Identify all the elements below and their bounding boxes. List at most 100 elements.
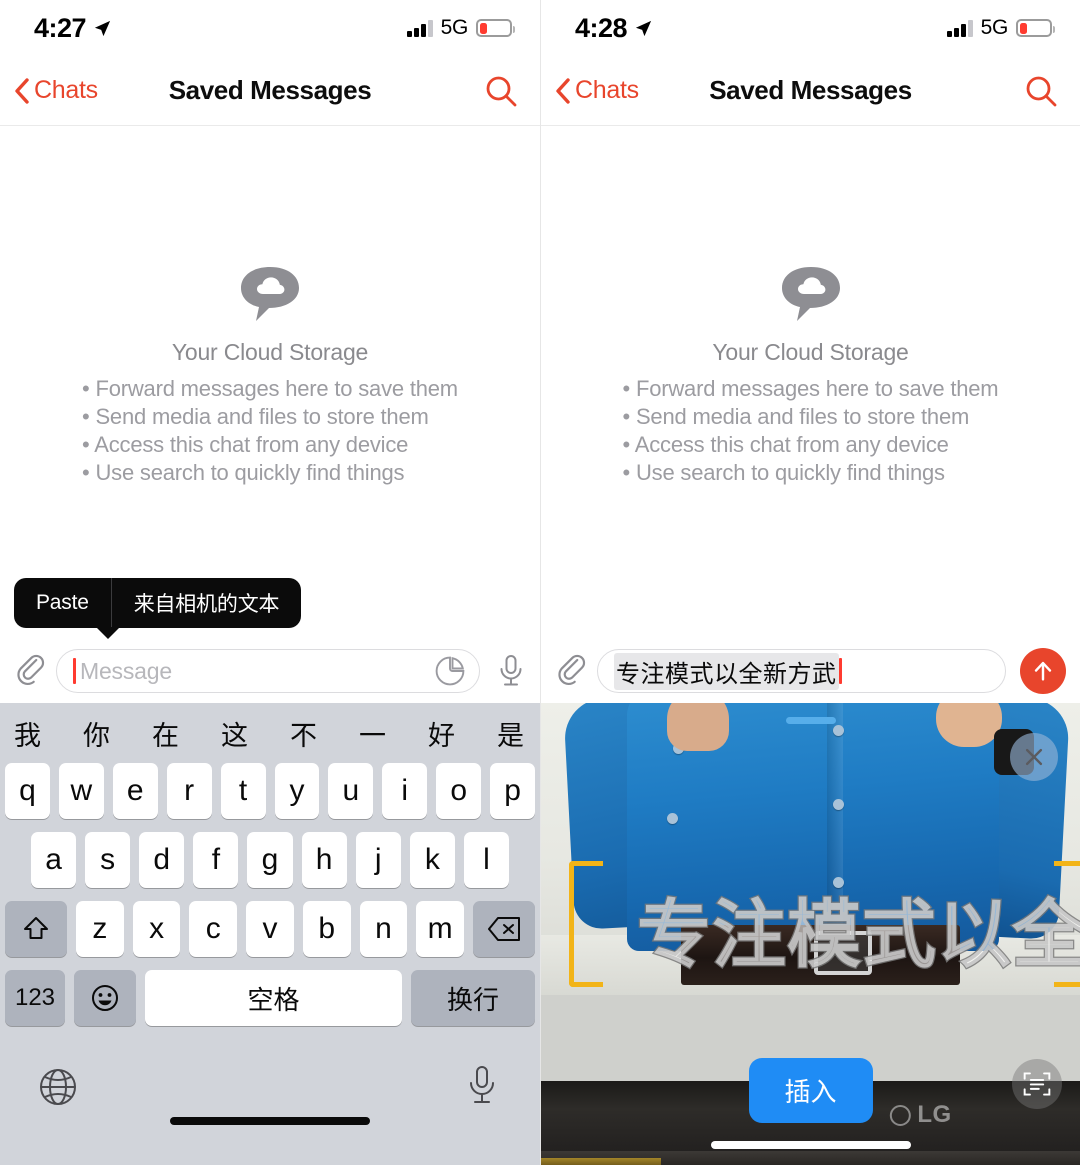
status-bar-right: 5G bbox=[407, 16, 515, 40]
candidate-item[interactable]: 好 bbox=[428, 714, 455, 753]
candidate-item[interactable]: 这 bbox=[221, 714, 248, 753]
text-from-camera-menu-item[interactable]: 来自相机的文本 bbox=[110, 578, 302, 628]
cloud-chat-icon bbox=[241, 267, 299, 321]
search-icon[interactable] bbox=[484, 74, 518, 108]
list-item: • Forward messages here to save them bbox=[622, 376, 999, 401]
empty-state-list: • Forward messages here to save them • S… bbox=[82, 375, 458, 487]
key-s[interactable]: s bbox=[85, 832, 131, 888]
keyboard-row-2: a s d f g h j k l bbox=[0, 832, 540, 888]
keyboard: 我 你 在 这 不 一 好 是 我 q w e r t bbox=[0, 703, 540, 1165]
key-x[interactable]: x bbox=[132, 901, 181, 957]
key-f[interactable]: f bbox=[193, 832, 239, 888]
insert-button[interactable]: 插入 bbox=[748, 1058, 873, 1123]
key-d[interactable]: d bbox=[139, 832, 185, 888]
list-item: • Forward messages here to save them bbox=[82, 376, 458, 401]
key-r[interactable]: r bbox=[166, 763, 212, 819]
empty-state: Your Cloud Storage • Forward messages he… bbox=[541, 265, 1080, 487]
key-w[interactable]: w bbox=[58, 763, 104, 819]
globe-icon[interactable] bbox=[38, 1067, 78, 1107]
status-bar: 4:27 5G bbox=[0, 0, 540, 56]
candidate-item[interactable]: 你 bbox=[83, 714, 110, 753]
list-item: • Access this chat from any device bbox=[82, 432, 409, 457]
key-q[interactable]: q bbox=[4, 763, 50, 819]
back-button-label: Chats bbox=[575, 76, 639, 104]
key-v[interactable]: v bbox=[246, 901, 294, 957]
status-bar: 4:28 5G bbox=[541, 0, 1080, 56]
scene-belt-buckle bbox=[813, 931, 872, 975]
back-button[interactable]: Chats bbox=[555, 76, 639, 105]
key-p[interactable]: p bbox=[490, 763, 536, 819]
list-item: • Send media and files to store them bbox=[622, 404, 970, 429]
signal-bars-icon bbox=[947, 19, 973, 37]
search-icon[interactable] bbox=[1024, 74, 1058, 108]
key-n[interactable]: n bbox=[359, 901, 408, 957]
home-indicator bbox=[710, 1141, 911, 1149]
back-button-label: Chats bbox=[34, 76, 98, 104]
candidate-item[interactable]: 不 bbox=[290, 714, 317, 753]
paperclip-icon[interactable] bbox=[555, 654, 589, 688]
monitor-brand-logo: LG bbox=[889, 1101, 951, 1129]
emoji-icon bbox=[92, 985, 118, 1011]
key-h[interactable]: h bbox=[301, 832, 347, 888]
microphone-icon[interactable] bbox=[496, 654, 526, 688]
key-t[interactable]: t bbox=[220, 763, 266, 819]
key-l[interactable]: l bbox=[463, 832, 509, 888]
message-input[interactable]: Message bbox=[56, 649, 480, 693]
key-k[interactable]: k bbox=[409, 832, 455, 888]
sticker-icon[interactable] bbox=[435, 656, 465, 686]
message-input[interactable]: 专注模式以全新方武 bbox=[597, 649, 1006, 693]
list-item: • Use search to quickly find things bbox=[82, 460, 405, 485]
send-button[interactable] bbox=[1020, 648, 1066, 694]
phone-screen-right: 4:28 5G Chats Saved Messages Your Cloud … bbox=[540, 0, 1080, 1165]
location-arrow-icon bbox=[94, 20, 111, 36]
empty-state-title: Your Cloud Storage bbox=[171, 339, 369, 365]
battery-icon bbox=[476, 19, 515, 37]
back-button[interactable]: Chats bbox=[14, 76, 98, 105]
numeric-key[interactable]: 123 bbox=[5, 970, 65, 1026]
keyboard-row-1: q w e r t y u i o p bbox=[0, 763, 540, 819]
key-i[interactable]: i bbox=[382, 763, 428, 819]
drag-handle[interactable] bbox=[785, 717, 836, 724]
candidate-item[interactable]: 在 bbox=[152, 714, 179, 753]
nav-bar: Chats Saved Messages bbox=[0, 56, 540, 126]
emoji-key[interactable] bbox=[74, 970, 136, 1026]
status-bar-right: 5G bbox=[947, 16, 1055, 40]
live-text-scan-button[interactable] bbox=[1012, 1059, 1062, 1109]
status-time: 4:28 bbox=[575, 12, 628, 43]
key-b[interactable]: b bbox=[302, 901, 351, 957]
phone-screen-left: 4:27 5G Chats Saved Messages Your Cloud … bbox=[0, 0, 540, 1165]
candidate-item[interactable]: 一 bbox=[359, 714, 386, 753]
list-item: • Access this chat from any device bbox=[622, 432, 949, 457]
key-c[interactable]: c bbox=[189, 901, 238, 957]
return-key[interactable]: 换行 bbox=[411, 970, 535, 1026]
text-caret bbox=[838, 658, 842, 684]
key-g[interactable]: g bbox=[247, 832, 293, 888]
paste-context-menu: Paste 来自相机的文本 bbox=[14, 578, 302, 639]
shift-icon bbox=[23, 917, 48, 939]
key-e[interactable]: e bbox=[112, 763, 158, 819]
close-button[interactable] bbox=[1010, 733, 1058, 781]
key-y[interactable]: y bbox=[274, 763, 320, 819]
paperclip-icon[interactable] bbox=[14, 654, 48, 688]
paste-menu-item[interactable]: Paste bbox=[14, 578, 111, 628]
key-z[interactable]: z bbox=[75, 901, 124, 957]
status-bar-left: 4:27 bbox=[34, 13, 112, 44]
nav-bar: Chats Saved Messages bbox=[541, 56, 1080, 126]
key-j[interactable]: j bbox=[355, 832, 401, 888]
key-m[interactable]: m bbox=[416, 901, 465, 957]
backspace-icon bbox=[488, 917, 521, 941]
backspace-key[interactable] bbox=[473, 901, 536, 957]
candidate-item[interactable]: 我 bbox=[14, 714, 41, 753]
candidate-item[interactable]: 是 bbox=[497, 714, 524, 753]
send-arrow-up-icon bbox=[1034, 661, 1052, 681]
network-type-label: 5G bbox=[980, 16, 1009, 39]
monitor-brand-label: LG bbox=[917, 1101, 952, 1128]
key-o[interactable]: o bbox=[436, 763, 482, 819]
key-u[interactable]: u bbox=[328, 763, 374, 819]
space-key[interactable]: 空格 bbox=[145, 970, 402, 1026]
list-item: • Send media and files to store them bbox=[82, 404, 429, 429]
cloud-chat-icon bbox=[781, 267, 840, 321]
key-a[interactable]: a bbox=[31, 832, 77, 888]
microphone-icon[interactable] bbox=[466, 1065, 498, 1107]
shift-key[interactable] bbox=[4, 901, 67, 957]
